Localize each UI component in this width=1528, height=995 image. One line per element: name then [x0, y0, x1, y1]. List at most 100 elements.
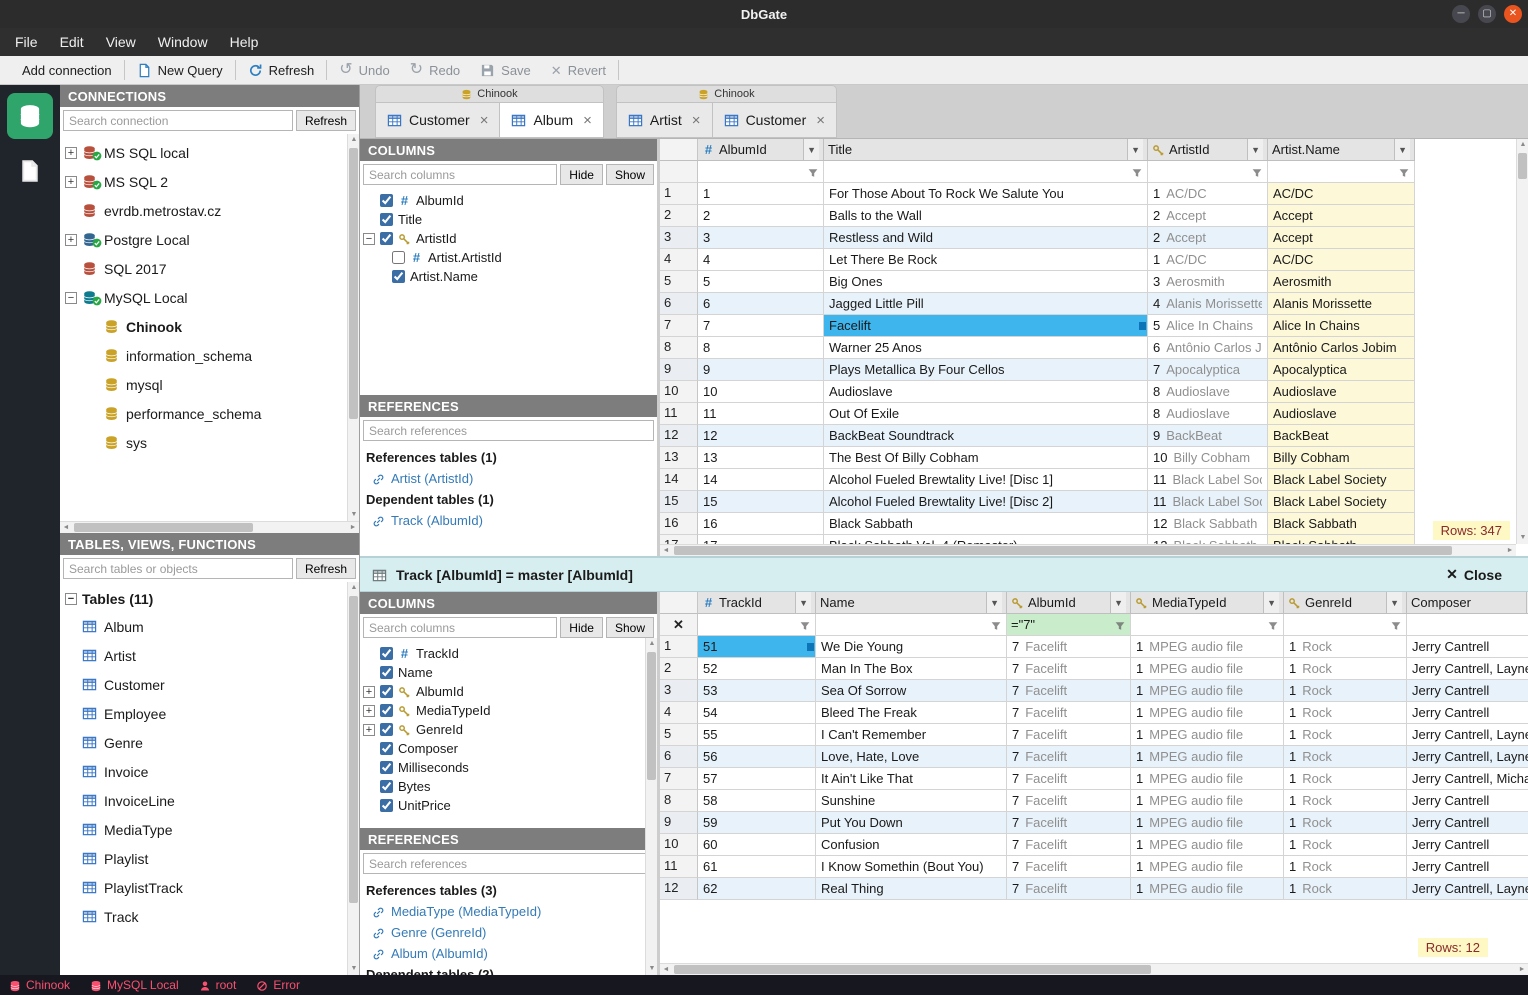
bytes-checkbox[interactable]	[380, 780, 393, 793]
album-cell-title[interactable]: The Best Of Billy Cobham	[824, 447, 1148, 469]
track-cell-mediatypeid[interactable]: 1 MPEG audio file	[1131, 680, 1284, 702]
track-cell-albumid[interactable]: 7 Facelift	[1007, 834, 1131, 856]
row-number[interactable]: 5	[660, 271, 698, 293]
track-cell-name[interactable]: It Ain't Like That	[816, 768, 1007, 790]
album-hide-button[interactable]: Hide	[560, 164, 603, 185]
collapse-icon[interactable]: −	[65, 291, 77, 304]
track-column-unitprice[interactable]: UnitPrice	[360, 796, 657, 815]
album-cell-artist-name[interactable]: Black Label Society	[1268, 469, 1415, 491]
track-header-composer[interactable]: Composer▼	[1407, 592, 1528, 614]
album-filter-artist-name[interactable]	[1268, 161, 1415, 183]
track-cell-mediatypeid[interactable]: 1 MPEG audio file	[1131, 834, 1284, 856]
track-cell-trackid[interactable]: 54	[698, 702, 816, 724]
track-cell-genreid[interactable]: 1 Rock	[1284, 768, 1407, 790]
unitprice-checkbox[interactable]	[380, 799, 393, 812]
clear-filters-icon[interactable]: ✕	[673, 617, 684, 633]
track-column-trackid[interactable]: # TrackId	[360, 644, 657, 663]
track-filter-trackid[interactable]	[698, 614, 816, 636]
table-item-artist[interactable]: Artist	[60, 641, 359, 670]
album-cell-albumid[interactable]: 15	[698, 491, 824, 513]
row-number[interactable]: 6	[660, 746, 698, 768]
table-item-customer[interactable]: Customer	[60, 670, 359, 699]
track-cell-name[interactable]: Real Thing	[816, 878, 1007, 900]
track-cell-trackid[interactable]: 60	[698, 834, 816, 856]
track-cell-mediatypeid[interactable]: 1 MPEG audio file	[1131, 768, 1284, 790]
track-cell-name[interactable]: Put You Down	[816, 812, 1007, 834]
row-number[interactable]: 9	[660, 812, 698, 834]
album-cell-albumid[interactable]: 7	[698, 315, 824, 337]
album-cell-albumid[interactable]: 3	[698, 227, 824, 249]
track-cell-composer[interactable]: Jerry Cantrell	[1407, 702, 1528, 724]
expand-icon[interactable]: +	[363, 685, 375, 698]
album-cell-artistid[interactable]: 8 Audioslave	[1148, 403, 1268, 425]
track-cell-composer[interactable]: Jerry Cantrell	[1407, 680, 1528, 702]
album-cell-artist-name[interactable]: BackBeat	[1268, 425, 1415, 447]
expand-icon[interactable]: +	[65, 233, 77, 246]
row-number[interactable]: 6	[660, 293, 698, 315]
track-column-genreid[interactable]: + GenreId	[360, 720, 657, 739]
track-column-milliseconds[interactable]: Milliseconds	[360, 758, 657, 777]
track-column-mediatypeid[interactable]: + MediaTypeId	[360, 701, 657, 720]
expand-icon[interactable]: +	[65, 146, 77, 159]
album-reference-artist-artistid[interactable]: Artist (ArtistId)	[360, 468, 657, 489]
connections-refresh-button[interactable]: Refresh	[295, 110, 356, 131]
album-cell-artistid[interactable]: 8 Audioslave	[1148, 381, 1268, 403]
database-mysql[interactable]: mysql	[60, 370, 359, 399]
album-column-artist-artistid[interactable]: # Artist.ArtistId	[360, 248, 657, 267]
composer-checkbox[interactable]	[380, 742, 393, 755]
track-column-composer[interactable]: Composer	[360, 739, 657, 758]
track-cell-trackid[interactable]: 56	[698, 746, 816, 768]
album-cell-albumid[interactable]: 10	[698, 381, 824, 403]
track-cell-genreid[interactable]: 1 Rock	[1284, 834, 1407, 856]
album-cell-artistid[interactable]: 11Black Label Society	[1148, 491, 1268, 513]
track-filter-mediatypeid[interactable]	[1131, 614, 1284, 636]
album-cell-title[interactable]: Plays Metallica By Four Cellos	[824, 359, 1148, 381]
collapse-icon[interactable]: −	[363, 232, 375, 245]
track-cell-albumid[interactable]: 7 Facelift	[1007, 680, 1131, 702]
toolbar-save-button[interactable]: Save	[470, 56, 541, 84]
close-reference-button[interactable]: ✕ Close	[1446, 566, 1502, 583]
row-number[interactable]: 16	[660, 513, 698, 535]
track-manager-scrollbar[interactable]: ▲ ▼	[645, 638, 657, 975]
filter-icon[interactable]	[1267, 617, 1279, 632]
tab-artist[interactable]: Artist ×	[615, 102, 713, 138]
track-cell-composer[interactable]: Jerry Cantrell	[1407, 834, 1528, 856]
database-view-icon[interactable]	[7, 93, 53, 139]
connection-evrdb-metrostav-cz[interactable]: evrdb.metrostav.cz	[60, 196, 359, 225]
row-number[interactable]: 9	[660, 359, 698, 381]
album-cell-albumid[interactable]: 1	[698, 183, 824, 205]
track-cell-trackid[interactable]: 57	[698, 768, 816, 790]
statusbar-mysql-local[interactable]: MySQL Local	[90, 978, 179, 992]
track-cell-genreid[interactable]: 1 Rock	[1284, 702, 1407, 724]
album-cell-title[interactable]: Restless and Wild	[824, 227, 1148, 249]
expand-icon[interactable]: +	[363, 704, 375, 717]
column-menu-icon[interactable]: ▼	[1386, 592, 1402, 613]
database-performance-schema[interactable]: performance_schema	[60, 399, 359, 428]
track-hide-button[interactable]: Hide	[560, 617, 603, 638]
connections-scrollbar[interactable]: ▲ ▼	[347, 134, 359, 521]
track-cell-mediatypeid[interactable]: 1 MPEG audio file	[1131, 878, 1284, 900]
track-cell-albumid[interactable]: 7 Facelift	[1007, 658, 1131, 680]
artist-name-checkbox[interactable]	[392, 270, 405, 283]
table-item-album[interactable]: Album	[60, 612, 359, 641]
statusbar-root[interactable]: root	[199, 978, 236, 992]
album-references-search-input[interactable]	[363, 420, 654, 441]
track-cell-genreid[interactable]: 1 Rock	[1284, 746, 1407, 768]
column-menu-icon[interactable]: ▼	[1263, 592, 1279, 613]
close-tab-icon[interactable]: ×	[480, 112, 489, 129]
toolbar-redo-button[interactable]: ↻ Redo	[400, 56, 470, 84]
track-cell-mediatypeid[interactable]: 1 MPEG audio file	[1131, 636, 1284, 658]
album-cell-title[interactable]: Let There Be Rock	[824, 249, 1148, 271]
statusbar-error[interactable]: Error	[256, 978, 300, 992]
album-cell-albumid[interactable]: 9	[698, 359, 824, 381]
row-number[interactable]: 15	[660, 491, 698, 513]
table-item-invoice[interactable]: Invoice	[60, 757, 359, 786]
row-number[interactable]: 14	[660, 469, 698, 491]
album-cell-artist-name[interactable]: Audioslave	[1268, 381, 1415, 403]
connection-ms-sql-local[interactable]: + MS SQL local	[60, 138, 359, 167]
files-view-icon[interactable]	[7, 151, 53, 191]
filter-icon[interactable]	[1131, 164, 1143, 179]
album-reference-track-albumid[interactable]: Track (AlbumId)	[360, 510, 657, 531]
column-menu-icon[interactable]: ▼	[1247, 139, 1263, 160]
track-cell-trackid[interactable]: 51	[698, 636, 816, 658]
